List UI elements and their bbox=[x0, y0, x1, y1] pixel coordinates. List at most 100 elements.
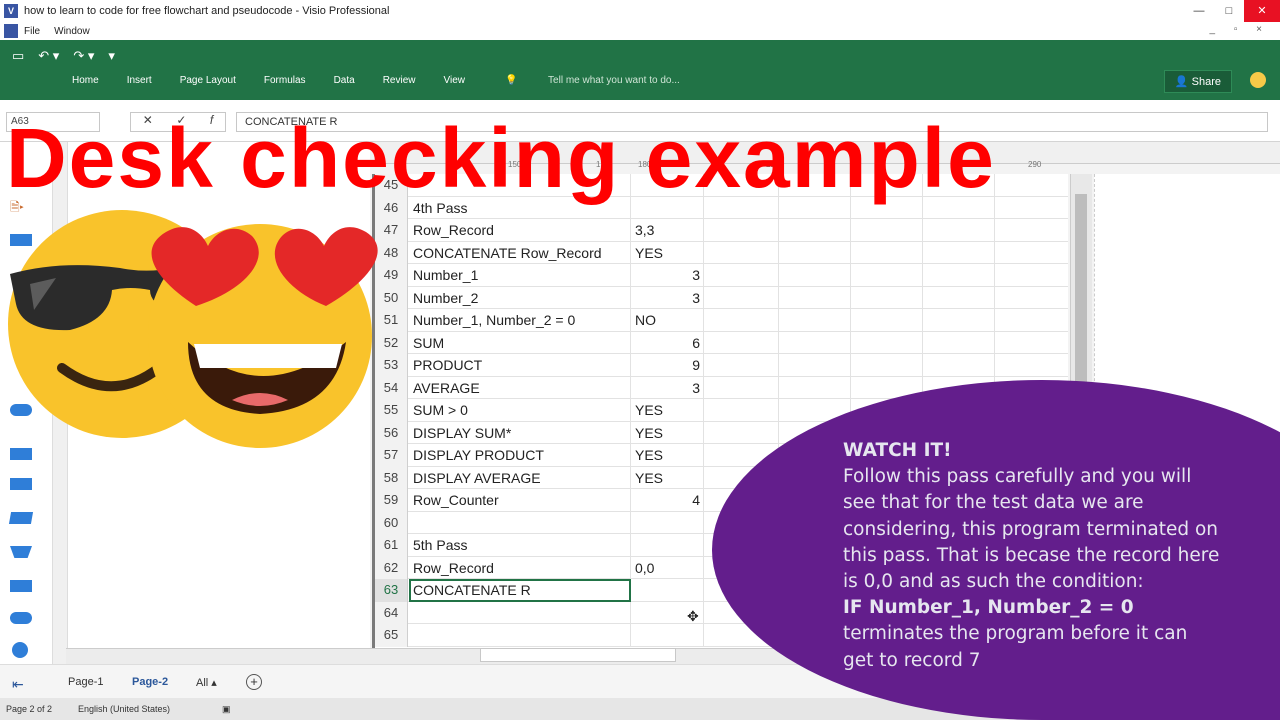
row-number[interactable]: 65 bbox=[375, 624, 408, 647]
card-shape[interactable] bbox=[10, 580, 32, 592]
feedback-smiley-icon[interactable] bbox=[1250, 72, 1266, 88]
macro-icon[interactable]: ▣ bbox=[222, 704, 231, 715]
row-number[interactable]: 64 bbox=[375, 601, 408, 624]
cell-empty[interactable] bbox=[923, 219, 995, 242]
cell-empty[interactable] bbox=[779, 241, 851, 264]
cell-a[interactable]: DISPLAY SUM* bbox=[409, 421, 631, 444]
cell-a[interactable]: DISPLAY AVERAGE bbox=[409, 466, 631, 489]
tab-formulas[interactable]: Formulas bbox=[264, 75, 306, 86]
sheet-row[interactable]: 48 CONCATENATE Row_Record YES bbox=[375, 241, 1068, 264]
cell-empty[interactable] bbox=[705, 421, 779, 444]
cell-empty[interactable] bbox=[779, 286, 851, 309]
page-nav-icon[interactable]: ⇤ bbox=[12, 676, 24, 693]
cell-empty[interactable] bbox=[923, 309, 995, 332]
cell-empty[interactable] bbox=[705, 241, 779, 264]
cell-a[interactable] bbox=[409, 601, 631, 624]
cell-empty[interactable] bbox=[705, 376, 779, 399]
manual-operation-shape[interactable] bbox=[10, 546, 32, 558]
cell-a[interactable]: Number_1 bbox=[409, 264, 631, 287]
row-number[interactable]: 59 bbox=[375, 489, 408, 512]
cell-empty[interactable] bbox=[851, 219, 923, 242]
minimize-button[interactable]: — bbox=[1184, 0, 1214, 22]
menu-window[interactable]: Window bbox=[54, 26, 90, 37]
cell-a[interactable]: DISPLAY PRODUCT bbox=[409, 444, 631, 467]
tab-all-pages[interactable]: All ▴ bbox=[196, 676, 217, 689]
row-number[interactable]: 58 bbox=[375, 466, 408, 489]
cell-empty[interactable] bbox=[923, 264, 995, 287]
cell-b[interactable]: 4 bbox=[632, 489, 704, 512]
tab-view[interactable]: View bbox=[443, 75, 465, 86]
share-button[interactable]: 👤 Share bbox=[1163, 70, 1232, 93]
row-number[interactable]: 61 bbox=[375, 534, 408, 557]
cell-b[interactable] bbox=[632, 624, 704, 647]
cell-b[interactable]: YES bbox=[632, 421, 704, 444]
cell-a[interactable]: SUM > 0 bbox=[409, 399, 631, 422]
cell-a[interactable]: AVERAGE bbox=[409, 376, 631, 399]
undo-icon[interactable]: ↶ ▾ bbox=[38, 48, 59, 64]
sheet-row[interactable]: 53 PRODUCT 9 bbox=[375, 354, 1068, 377]
tab-page-2[interactable]: Page-2 bbox=[132, 676, 168, 688]
cell-empty[interactable] bbox=[705, 399, 779, 422]
tab-page-layout[interactable]: Page Layout bbox=[180, 75, 236, 86]
cell-empty[interactable] bbox=[923, 241, 995, 264]
cell-a[interactable] bbox=[409, 624, 631, 647]
cell-b[interactable]: 9 bbox=[632, 354, 704, 377]
cell-empty[interactable] bbox=[779, 354, 851, 377]
sheet-row[interactable]: 51 Number_1, Number_2 = 0 NO bbox=[375, 309, 1068, 332]
cell-empty[interactable] bbox=[851, 354, 923, 377]
cell-empty[interactable] bbox=[705, 309, 779, 332]
sheet-row[interactable]: 52 SUM 6 bbox=[375, 331, 1068, 354]
cell-b[interactable]: YES bbox=[632, 399, 704, 422]
cell-empty[interactable] bbox=[779, 264, 851, 287]
row-number[interactable]: 62 bbox=[375, 556, 408, 579]
maximize-button[interactable]: □ bbox=[1214, 0, 1244, 22]
cell-empty[interactable] bbox=[705, 264, 779, 287]
document-shape[interactable] bbox=[10, 478, 32, 490]
tab-insert[interactable]: Insert bbox=[127, 75, 152, 86]
cell-empty[interactable] bbox=[923, 286, 995, 309]
horizontal-scroll-thumb[interactable] bbox=[480, 648, 676, 662]
cell-a[interactable]: Row_Record bbox=[409, 219, 631, 242]
row-number[interactable]: 63 bbox=[375, 579, 408, 602]
preparation-shape[interactable] bbox=[10, 612, 32, 624]
cell-b[interactable]: 0,0 bbox=[632, 556, 704, 579]
cell-a[interactable]: Number_1, Number_2 = 0 bbox=[409, 309, 631, 332]
cell-empty[interactable] bbox=[851, 241, 923, 264]
cell-empty[interactable] bbox=[851, 309, 923, 332]
cell-a[interactable]: CONCATENATE Row_Record bbox=[409, 241, 631, 264]
save-icon[interactable]: ▭ bbox=[12, 48, 24, 64]
cell-a[interactable]: CONCATENATE R bbox=[409, 579, 631, 602]
cell-empty[interactable] bbox=[851, 331, 923, 354]
customize-qat-icon[interactable]: ▾ bbox=[108, 48, 115, 64]
redo-icon[interactable]: ↷ ▾ bbox=[73, 48, 94, 64]
sheet-row[interactable]: 47 Row_Record 3,3 bbox=[375, 219, 1068, 242]
cell-a[interactable]: Row_Counter bbox=[409, 489, 631, 512]
tab-review[interactable]: Review bbox=[383, 75, 416, 86]
cell-a[interactable]: Number_2 bbox=[409, 286, 631, 309]
cell-b[interactable]: NO bbox=[632, 309, 704, 332]
cell-empty[interactable] bbox=[851, 264, 923, 287]
manual-input-shape[interactable] bbox=[8, 512, 34, 524]
cell-b[interactable]: 6 bbox=[632, 331, 704, 354]
tab-data[interactable]: Data bbox=[334, 75, 355, 86]
cell-empty[interactable] bbox=[705, 331, 779, 354]
cell-empty[interactable] bbox=[851, 286, 923, 309]
cell-a[interactable]: 5th Pass bbox=[409, 534, 631, 557]
cell-b[interactable]: YES bbox=[632, 444, 704, 467]
cell-a[interactable]: SUM bbox=[409, 331, 631, 354]
menu-file[interactable]: File bbox=[24, 26, 40, 37]
doc-window-controls[interactable]: _ ▫ × bbox=[1209, 24, 1270, 35]
cell-empty[interactable] bbox=[779, 219, 851, 242]
cell-empty[interactable] bbox=[779, 376, 851, 399]
tab-home[interactable]: Home bbox=[72, 75, 99, 86]
cell-a[interactable] bbox=[409, 511, 631, 534]
close-button[interactable]: ✕ bbox=[1244, 0, 1280, 22]
add-page-icon[interactable]: + bbox=[246, 674, 262, 690]
cell-empty[interactable] bbox=[779, 309, 851, 332]
cell-b[interactable]: 3 bbox=[632, 264, 704, 287]
cell-empty[interactable] bbox=[705, 354, 779, 377]
cell-a[interactable]: PRODUCT bbox=[409, 354, 631, 377]
cell-b[interactable] bbox=[632, 579, 704, 602]
tell-me-search[interactable]: 💡 Tell me what you want to do... bbox=[505, 75, 708, 86]
tab-page-1[interactable]: Page-1 bbox=[68, 676, 103, 688]
